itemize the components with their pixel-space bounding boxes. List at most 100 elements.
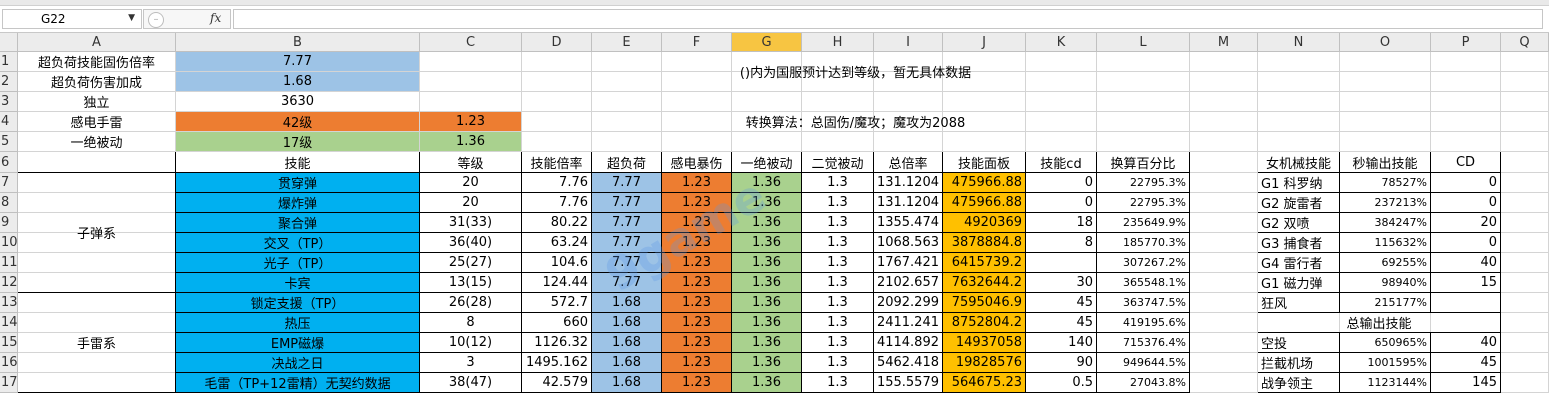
grid-cell[interactable] (1501, 253, 1549, 273)
side-table-value[interactable]: 1123144% (1340, 373, 1431, 393)
table-cell[interactable]: 1767.421 (874, 253, 943, 273)
table-cell[interactable]: 3 (420, 353, 522, 373)
grid-cell[interactable] (1501, 72, 1549, 92)
column-header-J[interactable]: J (943, 33, 1026, 52)
table-cell[interactable]: 20 (420, 173, 522, 193)
grid-cell[interactable] (943, 92, 1026, 112)
grid-cell[interactable] (874, 132, 943, 152)
grid-cell[interactable] (1190, 92, 1258, 112)
table-cell[interactable]: 42.579 (522, 373, 592, 393)
table-cell[interactable]: 1.23 (662, 353, 732, 373)
table-header[interactable]: 技能面板 (943, 152, 1026, 173)
grid-cell[interactable] (1190, 213, 1258, 233)
table-cell[interactable]: 1.68 (592, 333, 662, 353)
table-cell[interactable]: 1.23 (662, 193, 732, 213)
table-cell[interactable]: 13(15) (420, 273, 522, 293)
formula-input[interactable] (233, 9, 1543, 29)
param-value[interactable]: 7.77 (176, 52, 420, 72)
table-cell[interactable]: 1.36 (732, 353, 802, 373)
grid-cell[interactable] (420, 52, 522, 72)
side-table-cd[interactable]: 45 (1431, 353, 1501, 373)
table-cell[interactable]: 1.23 (662, 333, 732, 353)
group-label[interactable]: 子弹系 (18, 173, 176, 293)
grid-cell[interactable] (1501, 373, 1549, 393)
param-label[interactable]: 感电手雷 (18, 112, 176, 132)
table-cell[interactable]: 22795.3% (1097, 193, 1190, 213)
row-header-3[interactable]: 3 (0, 92, 18, 112)
row-header-5[interactable]: 5 (0, 132, 18, 152)
row-header-11[interactable]: 11 (0, 253, 18, 273)
table-cell[interactable]: 26(28) (420, 293, 522, 313)
side-table-header[interactable]: 女机械技能 (1258, 152, 1340, 173)
grid-cell[interactable] (1431, 132, 1501, 152)
note-regional-level[interactable]: ()内为国服预计达到等级，暂无具体数据 (522, 52, 1190, 92)
grid-cell[interactable] (943, 132, 1026, 152)
grid-cell[interactable] (732, 92, 802, 112)
table-cell[interactable]: 155.5579 (874, 373, 943, 393)
table-cell[interactable]: 1.3 (802, 173, 874, 193)
grid-cell[interactable] (662, 132, 732, 152)
table-cell[interactable]: 1.3 (802, 193, 874, 213)
column-header-I[interactable]: I (874, 33, 943, 52)
table-cell[interactable]: 1.36 (732, 193, 802, 213)
grid-cell[interactable] (1190, 112, 1258, 132)
table-cell[interactable]: 63.24 (522, 233, 592, 253)
grid-cell[interactable] (1501, 193, 1549, 213)
table-header[interactable]: 总倍率 (874, 152, 943, 173)
grid-cell[interactable] (1190, 273, 1258, 293)
grid-cell[interactable] (1501, 293, 1549, 313)
table-cell[interactable]: 949644.5% (1097, 353, 1190, 373)
table-cell[interactable]: 27043.8% (1097, 373, 1190, 393)
grid-cell[interactable] (522, 92, 592, 112)
grid-cell[interactable] (1501, 173, 1549, 193)
table-cell[interactable]: 1.36 (732, 233, 802, 253)
table-cell[interactable]: 1.36 (732, 213, 802, 233)
row-header-16[interactable]: 16 (0, 353, 18, 373)
grid-cell[interactable] (1190, 253, 1258, 273)
param-label[interactable]: 独立 (18, 92, 176, 112)
table-cell[interactable]: 7.76 (522, 173, 592, 193)
grid-cell[interactable] (420, 92, 522, 112)
row-header-12[interactable]: 12 (0, 273, 18, 293)
row-header-7[interactable]: 7 (0, 173, 18, 193)
grid-cell[interactable] (1190, 353, 1258, 373)
table-cell[interactable]: 25(27) (420, 253, 522, 273)
grid-cell[interactable] (1190, 233, 1258, 253)
column-header-M[interactable]: M (1190, 33, 1258, 52)
table-cell[interactable]: 7.77 (592, 173, 662, 193)
table-cell[interactable]: 10(12) (420, 333, 522, 353)
table-cell[interactable]: 1.3 (802, 313, 874, 333)
grid-cell[interactable] (1190, 333, 1258, 353)
table-cell[interactable]: EMP磁爆 (176, 333, 420, 353)
table-cell[interactable]: 聚合弹 (176, 213, 420, 233)
table-cell[interactable]: 0 (1026, 173, 1097, 193)
table-cell[interactable]: 7.77 (592, 213, 662, 233)
column-header-G[interactable]: G (732, 33, 802, 52)
table-cell[interactable]: 爆炸弹 (176, 193, 420, 213)
row-header-9[interactable]: 9 (0, 213, 18, 233)
table-cell[interactable]: 1.23 (662, 273, 732, 293)
grid-cell[interactable] (522, 132, 592, 152)
table-cell[interactable]: 6415739.2 (943, 253, 1026, 273)
side-table-skill[interactable]: 狂风 (1258, 293, 1340, 313)
table-cell[interactable]: 1.68 (592, 293, 662, 313)
column-header-L[interactable]: L (1097, 33, 1190, 52)
table-cell[interactable]: 交叉（TP） (176, 233, 420, 253)
column-header-B[interactable]: B (176, 33, 420, 52)
grid-cell[interactable] (1190, 173, 1258, 193)
table-cell[interactable]: 光子（TP） (176, 253, 420, 273)
table-cell[interactable]: 1495.162 (522, 353, 592, 373)
table-cell[interactable]: 45 (1026, 313, 1097, 333)
table-cell[interactable] (1026, 253, 1097, 273)
table-cell[interactable]: 45 (1026, 293, 1097, 313)
column-header-K[interactable]: K (1026, 33, 1097, 52)
grid-cell[interactable] (1340, 72, 1431, 92)
group-label[interactable]: 手雷系 (18, 293, 176, 393)
grid-cell[interactable] (1340, 52, 1431, 72)
table-cell[interactable]: 1.68 (592, 373, 662, 393)
table-cell[interactable]: 8752804.2 (943, 313, 1026, 333)
row-header-14[interactable]: 14 (0, 313, 18, 333)
table-cell[interactable]: 475966.88 (943, 193, 1026, 213)
table-cell[interactable]: 1.68 (592, 313, 662, 333)
column-header-F[interactable]: F (662, 33, 732, 52)
